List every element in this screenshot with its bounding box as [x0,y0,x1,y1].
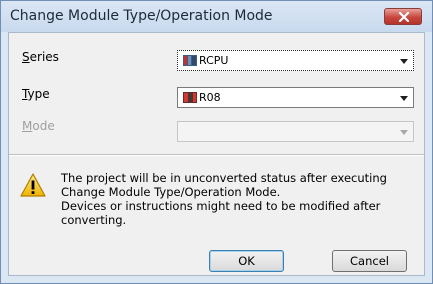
cpu-module-icon [183,92,197,103]
mode-label: Mode [22,119,55,133]
type-select[interactable]: R08 [177,87,414,108]
series-select[interactable]: RCPU [177,50,414,71]
chevron-down-icon[interactable] [400,96,408,101]
mode-select [177,121,414,142]
dialog-body: Series RCPU Type R08 Mode The project wi… [8,32,425,276]
cancel-button[interactable]: Cancel [332,250,407,272]
type-value: R08 [199,91,221,104]
message-line-2: Change Module Type/Operation Mode. [61,185,281,199]
separator [9,154,424,156]
series-label: Series [22,50,59,64]
type-label: Type [22,87,50,101]
series-value: RCPU [199,54,229,67]
message-line-4: converting. [61,213,127,227]
close-button[interactable] [384,8,422,25]
chevron-down-icon[interactable] [400,59,408,64]
chevron-down-icon [400,130,408,135]
message-line-3: Devices or instructions might need to be… [61,199,381,213]
ok-button[interactable]: OK [209,250,284,272]
message-line-1: The project will be in unconverted statu… [61,171,387,185]
dialog-title: Change Module Type/Operation Mode [10,8,273,24]
close-icon [398,12,410,22]
warning-icon [20,173,46,197]
module-icon [183,55,197,66]
dialog-window: Change Module Type/Operation Mode Series… [0,0,433,284]
title-bar[interactable]: Change Module Type/Operation Mode [1,1,432,32]
